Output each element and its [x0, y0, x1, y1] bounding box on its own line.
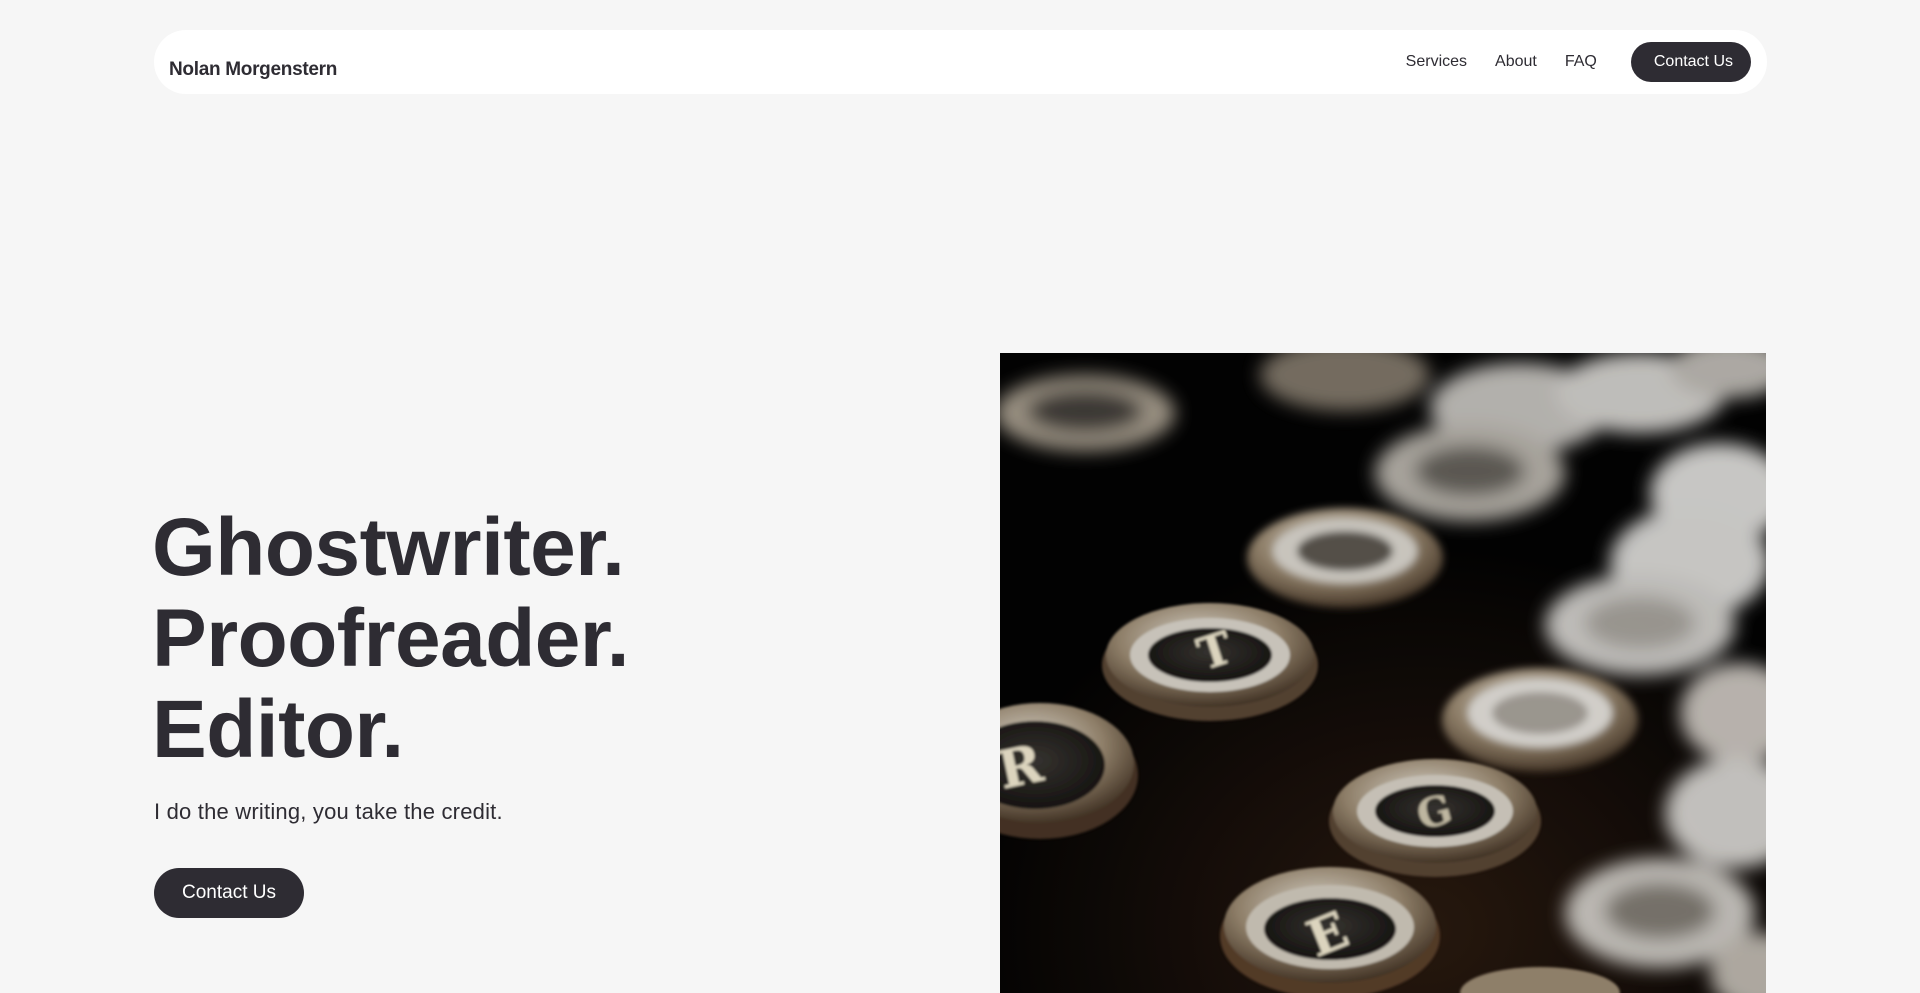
- hero-typewriter-image: T R G E: [1000, 353, 1766, 993]
- nav-link-about[interactable]: About: [1495, 53, 1537, 71]
- headline-line-editor: Editor.: [152, 684, 404, 775]
- headline-line-ghostwriter: Ghostwriter.: [152, 502, 625, 593]
- main-nav: Services About FAQ Contact Us: [1406, 42, 1751, 82]
- nav-link-services[interactable]: Services: [1406, 53, 1467, 71]
- site-header: Nolan Morgenstern Services About FAQ Con…: [154, 30, 1767, 94]
- hero-tagline: I do the writing, you take the credit.: [154, 799, 503, 824]
- hero-headline: Ghostwriter. Proofreader. Editor.: [152, 502, 630, 775]
- site-brand[interactable]: Nolan Morgenstern: [169, 60, 337, 79]
- headline-line-proofreader: Proofreader.: [152, 593, 630, 684]
- header-contact-button[interactable]: Contact Us: [1630, 42, 1751, 82]
- nav-link-faq[interactable]: FAQ: [1565, 53, 1597, 71]
- hero-contact-button[interactable]: Contact Us: [154, 868, 304, 918]
